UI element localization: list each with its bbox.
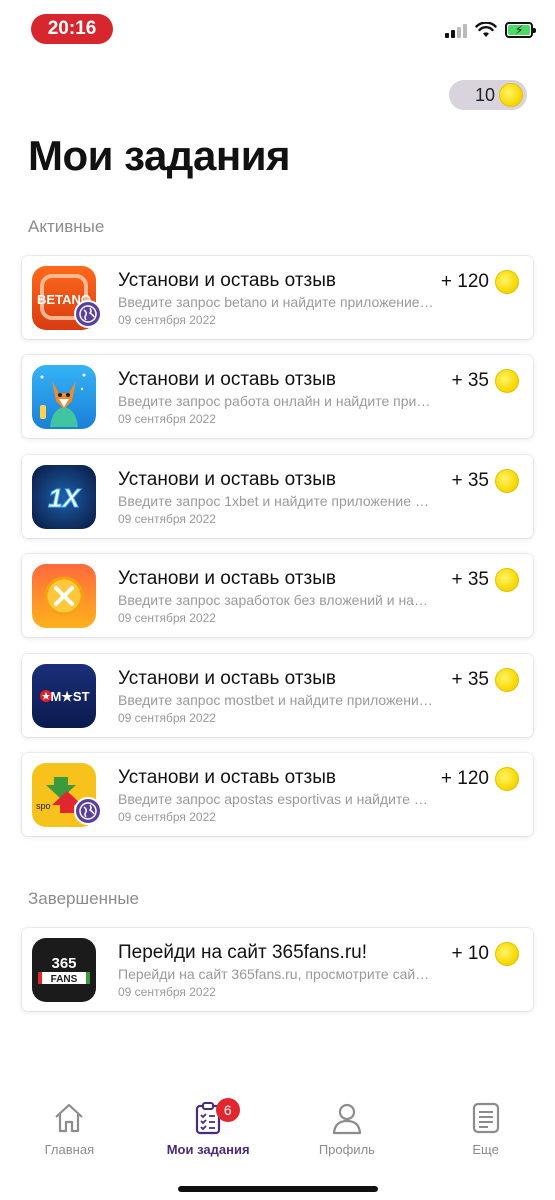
fox-app-icon [32,365,96,429]
reward-value: + 35 [451,669,489,690]
coin-icon [495,668,519,692]
coin-icon [495,942,519,966]
balance-value: 10 [474,84,495,105]
task-date: 09 сентября 2022 [118,412,216,426]
tab-label: Профиль [318,1142,375,1157]
svg-text:365: 365 [51,955,76,972]
task-title: Установи и оставь отзыв [118,668,336,689]
task-date: 09 сентября 2022 [118,313,216,327]
task-title: Установи и оставь отзыв [118,767,336,788]
tab-label: Главная [44,1142,95,1157]
tab-my-tasks[interactable]: 6 Мои задания [139,1090,278,1170]
signal-icon [445,22,467,38]
task-title: Перейди на сайт 365fans.ru! [118,942,368,963]
task-title: Установи и оставь отзыв [118,469,336,490]
svg-text:M★ST: M★ST [50,689,89,704]
task-description: Введите запрос 1xbet и найдите приложени… [118,493,434,509]
coin-utensils-app-icon [32,564,96,628]
section-completed-label: Завершенные [28,889,140,908]
tab-home[interactable]: Главная [0,1090,139,1170]
task-reward: + 120 [441,767,519,791]
task-date: 09 сентября 2022 [118,711,216,725]
coin-icon [499,83,523,107]
section-active-label: Активные [28,217,105,236]
home-indicator[interactable] [178,1186,378,1192]
task-description: Введите запрос mostbet и найдите приложе… [118,692,434,708]
tab-label: Мои задания [166,1142,250,1157]
task-reward: + 10 [451,942,519,966]
task-description: Введите запрос заработок без вложений и … [118,592,434,608]
coin-icon [495,369,519,393]
task-reward: + 35 [451,668,519,692]
task-date: 09 сентября 2022 [118,611,216,625]
coin-icon [495,270,519,294]
svg-text:1X: 1X [48,483,81,513]
tab-profile[interactable]: Профиль [278,1090,417,1170]
page-title: Мои задания [28,132,291,179]
task-card[interactable]: 365 FANS Перейди на сайт 365fans.ru! Пер… [22,928,533,1011]
task-description: Перейди на сайт 365fans.ru, просмотрите … [118,966,434,982]
reward-value: + 120 [440,768,489,789]
profile-icon [332,1103,361,1135]
status-time: 20:16 [31,14,113,44]
task-card[interactable]: spo Установи и оставь отзыв Введите запр… [22,753,533,836]
task-title: Установи и оставь отзыв [118,270,336,291]
task-title: Установи и оставь отзыв [118,369,336,390]
reward-value: + 35 [451,370,489,391]
task-reward: + 35 [451,369,519,393]
home-icon [55,1103,84,1133]
coin-balance[interactable]: 10 [449,80,527,110]
more-document-icon [472,1102,499,1134]
svg-text:FANS: FANS [51,974,78,985]
reward-value: + 10 [451,943,489,964]
tab-more[interactable]: Еще [416,1090,555,1170]
battery-charging-icon: ⚡ [505,22,536,38]
status-bar: 20:16 ⚡ [0,0,555,58]
task-description: Введите запрос работа онлайн и найдите п… [118,393,434,409]
task-description: Введите запрос betano и найдите приложен… [118,294,434,310]
reward-value: + 35 [451,470,489,491]
tasks-count-badge: 6 [215,1098,240,1122]
globe-icon [74,797,102,825]
wifi-icon [475,22,497,37]
coin-icon [495,767,519,791]
task-reward: + 120 [441,270,519,294]
task-card[interactable]: 1X Установи и оставь отзыв Введите запро… [22,455,533,538]
task-title: Установи и оставь отзыв [118,568,336,589]
coin-icon [495,568,519,592]
bottom-tab-bar: Главная 6 Мои задания Профиль Еще [0,1090,555,1170]
365fans-app-icon: 365 FANS [32,938,96,1002]
1x-app-icon: 1X [32,465,96,529]
task-description: Введите запрос apostas esportivas и найд… [118,791,434,807]
task-date: 09 сентября 2022 [118,512,216,526]
reward-value: + 35 [451,569,489,590]
task-date: 09 сентября 2022 [118,985,216,999]
task-card[interactable]: Установи и оставь отзыв Введите запрос р… [22,355,533,438]
globe-icon [74,300,102,328]
reward-value: + 120 [440,271,489,292]
mostbet-app-icon: M★ST [32,664,96,728]
task-reward: + 35 [451,469,519,493]
task-date: 09 сентября 2022 [118,810,216,824]
task-card[interactable]: Установи и оставь отзыв Введите запрос з… [22,554,533,637]
task-card[interactable]: M★ST Установи и оставь отзыв Введите зап… [22,654,533,737]
task-card[interactable]: BETANO Установи и оставь отзыв Введите з… [22,256,533,339]
coin-icon [495,469,519,493]
tab-label: Еще [472,1142,499,1157]
status-icons: ⚡ [445,20,536,40]
svg-text:spo: spo [36,801,51,811]
task-reward: + 35 [451,568,519,592]
